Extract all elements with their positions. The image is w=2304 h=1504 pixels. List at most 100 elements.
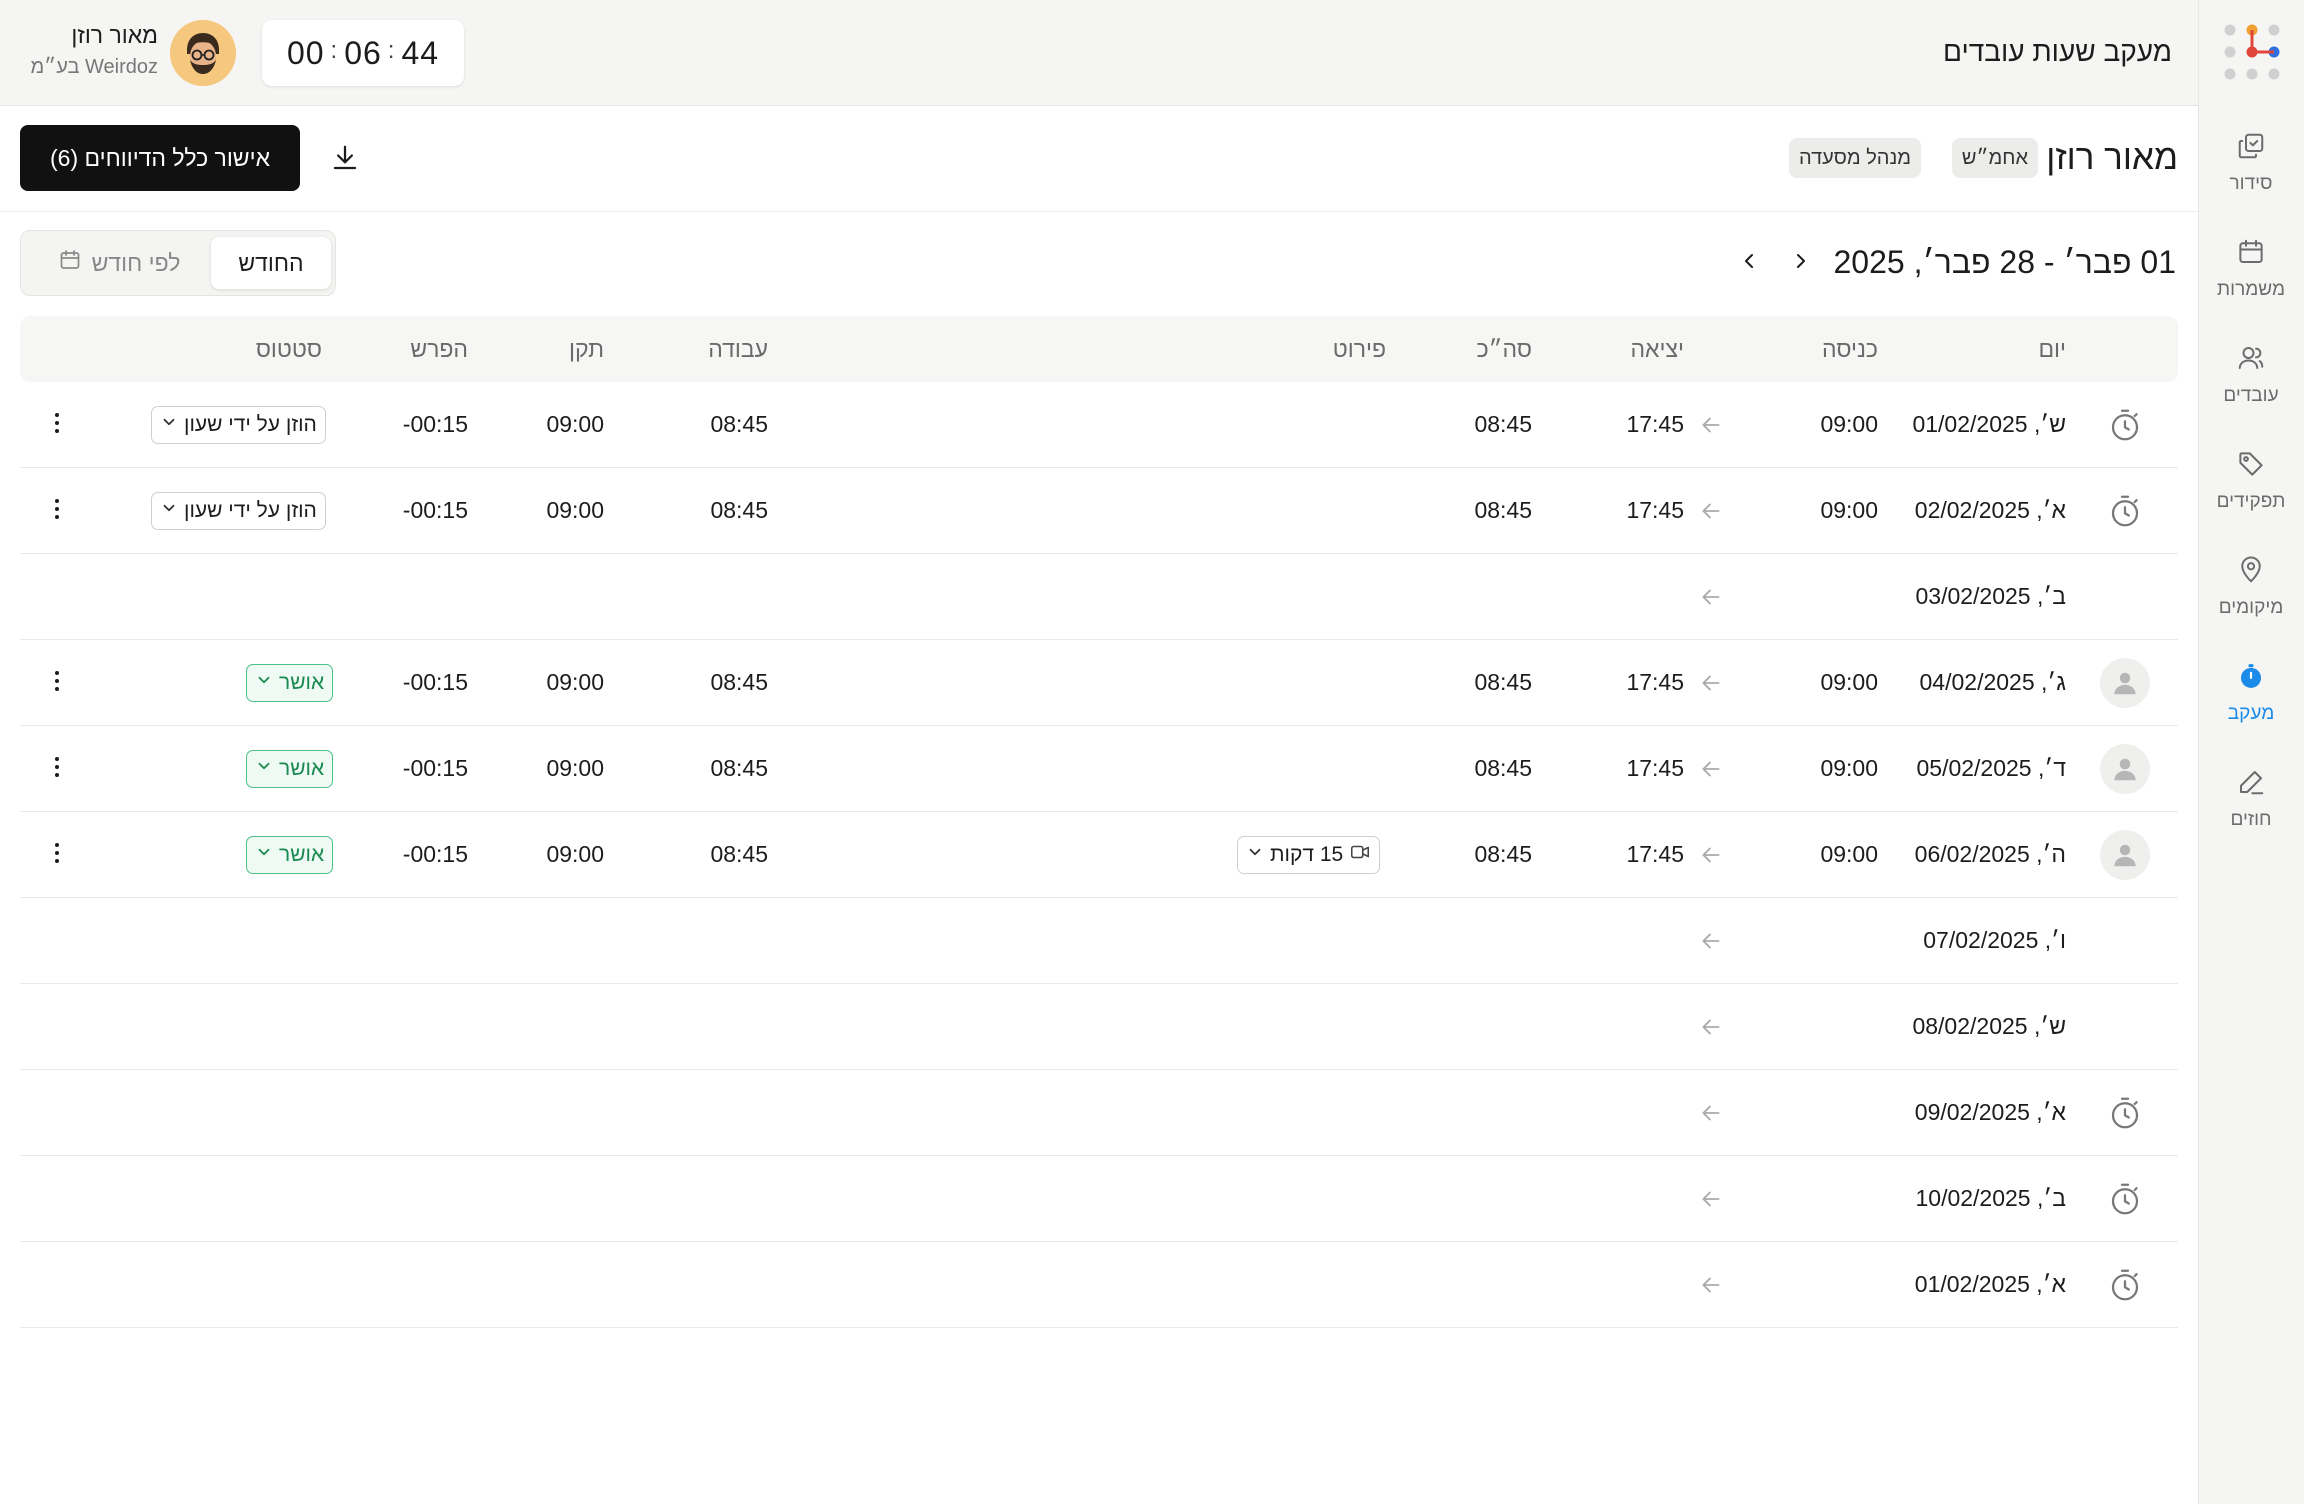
sidebar-item-label: חוזים bbox=[2230, 809, 2272, 830]
table-row[interactable]: ש׳, 01/02/2025 09:00 17:45 08:45 08:45 0… bbox=[20, 382, 2178, 468]
chevron-down-icon bbox=[255, 757, 273, 781]
cell-day: א׳, 01/02/2025 bbox=[1914, 1271, 2066, 1297]
status-dropdown[interactable]: אושר bbox=[246, 750, 334, 788]
cell-day: א׳, 09/02/2025 bbox=[1914, 1099, 2066, 1125]
column-header-day: יום bbox=[2038, 336, 2066, 362]
stopwatch-icon bbox=[2100, 1174, 2150, 1224]
cell-day: ב׳, 03/02/2025 bbox=[1915, 583, 2066, 609]
arrow-left-icon bbox=[1698, 928, 1724, 954]
table-row[interactable]: ו׳, 07/02/2025 bbox=[20, 898, 2178, 984]
arrow-left-icon bbox=[1698, 842, 1724, 868]
table-row[interactable]: ד׳, 05/02/2025 09:00 17:45 08:45 08:45 0… bbox=[20, 726, 2178, 812]
sidebar-item-label: עובדים bbox=[2223, 385, 2279, 406]
cell-work: 08:45 bbox=[710, 497, 768, 523]
cell-exit: 17:45 bbox=[1626, 755, 1684, 781]
chevron-down-icon bbox=[160, 499, 178, 523]
download-icon bbox=[330, 143, 360, 178]
status-dropdown[interactable]: הוזן על ידי שעון bbox=[151, 492, 326, 530]
table-row[interactable]: א׳, 02/02/2025 09:00 17:45 08:45 08:45 0… bbox=[20, 468, 2178, 554]
row-menu-button[interactable] bbox=[50, 408, 64, 442]
download-button[interactable] bbox=[325, 140, 365, 180]
table-header: יום כניסה יציאה סה״כ פירוט עבודה תקן הפר… bbox=[20, 316, 2178, 382]
row-menu-button[interactable] bbox=[50, 752, 64, 786]
table-row[interactable]: ב׳, 03/02/2025 bbox=[20, 554, 2178, 640]
table-row[interactable]: ב׳, 10/02/2025 bbox=[20, 1156, 2178, 1242]
cell-standard: 09:00 bbox=[546, 497, 604, 523]
tab-by-month[interactable]: לפי חודש bbox=[31, 237, 207, 289]
chevron-down-icon bbox=[1246, 843, 1264, 867]
arrow-left-icon bbox=[1698, 670, 1724, 696]
arrow-left-icon bbox=[1698, 1014, 1724, 1040]
status-dropdown[interactable]: הוזן על ידי שעון bbox=[151, 406, 326, 444]
stopwatch-icon bbox=[2100, 400, 2150, 450]
stopwatch-icon bbox=[2236, 661, 2266, 697]
table-row[interactable]: א׳, 01/02/2025 bbox=[20, 1242, 2178, 1328]
cell-day: ד׳, 05/02/2025 bbox=[1916, 755, 2066, 781]
sidebar-item-schedule[interactable]: סידור bbox=[2198, 118, 2304, 208]
column-header-standard: תקן bbox=[569, 336, 604, 362]
sidebar-item-shifts[interactable]: משמרות bbox=[2198, 224, 2304, 314]
stopwatch-icon bbox=[2100, 486, 2150, 536]
location-pin-icon bbox=[2236, 555, 2266, 591]
column-header-work: עבודה bbox=[708, 336, 768, 362]
table-row[interactable]: ש׳, 08/02/2025 bbox=[20, 984, 2178, 1070]
sidebar-item-employees[interactable]: עובדים bbox=[2198, 330, 2304, 420]
status-dropdown[interactable]: אושר bbox=[246, 664, 334, 702]
timer-hours: 00 bbox=[286, 34, 325, 71]
cell-exit: 17:45 bbox=[1626, 411, 1684, 437]
timer-separator: : bbox=[387, 37, 396, 64]
date-range-label: 01 פבר׳ - 28 פבר׳, 2025 bbox=[1833, 244, 2177, 280]
previous-range-button[interactable] bbox=[1786, 246, 1816, 280]
cell-work: 08:45 bbox=[710, 841, 768, 867]
sidebar-item-label: משמרות bbox=[2217, 279, 2286, 300]
stopwatch-icon bbox=[2100, 1088, 2150, 1138]
tab-current-month[interactable]: החודש bbox=[211, 237, 331, 289]
cell-day: ו׳, 07/02/2025 bbox=[1923, 927, 2066, 953]
cell-diff: -00:15 bbox=[402, 497, 468, 523]
table-row[interactable]: ג׳, 04/02/2025 09:00 17:45 08:45 08:45 0… bbox=[20, 640, 2178, 726]
sidebar-item-roles[interactable]: תפקידים bbox=[2198, 436, 2304, 526]
page-header: מאור רוזן אחמ״ש מנהל מסעדה אישור כלל הדי… bbox=[0, 106, 2198, 212]
table-row[interactable]: א׳, 09/02/2025 bbox=[20, 1070, 2178, 1156]
avatar[interactable] bbox=[170, 20, 236, 86]
page-title: מאור רוזן bbox=[2046, 138, 2178, 177]
cell-diff: -00:15 bbox=[402, 755, 468, 781]
arrow-left-icon bbox=[1698, 412, 1724, 438]
calendar-icon bbox=[2236, 237, 2266, 273]
app-logo-icon[interactable] bbox=[2220, 20, 2284, 84]
cell-day: ג׳, 04/02/2025 bbox=[1919, 669, 2066, 695]
row-menu-button[interactable] bbox=[50, 494, 64, 528]
cell-total: 08:45 bbox=[1474, 497, 1532, 523]
more-vertical-icon bbox=[54, 411, 60, 440]
column-header-total: סה״כ bbox=[1476, 336, 1532, 362]
more-vertical-icon bbox=[54, 669, 60, 698]
status-label: אושר bbox=[279, 671, 325, 694]
user-name: מאור רוזן bbox=[71, 22, 158, 48]
sidebar-item-locations[interactable]: מיקומים bbox=[2198, 542, 2304, 632]
cell-entry: 09:00 bbox=[1820, 841, 1878, 867]
timer-seconds: 44 bbox=[401, 34, 440, 71]
sidebar-item-contracts[interactable]: חוזים bbox=[2198, 754, 2304, 844]
column-header-exit: יציאה bbox=[1630, 336, 1684, 362]
sidebar-item-label: מעקב bbox=[2227, 703, 2275, 724]
work-timer: 00 : 06 : 44 bbox=[262, 20, 464, 86]
break-details-dropdown[interactable]: 15 דקות bbox=[1237, 836, 1381, 874]
cell-work: 08:45 bbox=[710, 669, 768, 695]
column-header-details: פירוט bbox=[1332, 336, 1386, 362]
cell-day: ה׳, 06/02/2025 bbox=[1914, 841, 2066, 867]
arrow-left-icon bbox=[1698, 584, 1724, 610]
pen-icon bbox=[2236, 767, 2266, 803]
cell-total: 08:45 bbox=[1474, 411, 1532, 437]
sidebar-item-tracking[interactable]: מעקב bbox=[2198, 648, 2304, 738]
approve-all-button[interactable]: אישור כלל הדיווחים (6) bbox=[20, 125, 300, 191]
status-label: אושר bbox=[279, 757, 325, 780]
column-header-status: סטטוס bbox=[255, 336, 322, 362]
row-menu-button[interactable] bbox=[50, 838, 64, 872]
row-menu-button[interactable] bbox=[50, 666, 64, 700]
status-dropdown[interactable]: אושר bbox=[246, 836, 334, 874]
table-row[interactable]: ה׳, 06/02/2025 09:00 17:45 08:45 08:45 0… bbox=[20, 812, 2178, 898]
cell-day: א׳, 02/02/2025 bbox=[1914, 497, 2066, 523]
next-range-button[interactable] bbox=[1734, 246, 1764, 280]
cell-work: 08:45 bbox=[710, 755, 768, 781]
cell-exit: 17:45 bbox=[1626, 669, 1684, 695]
